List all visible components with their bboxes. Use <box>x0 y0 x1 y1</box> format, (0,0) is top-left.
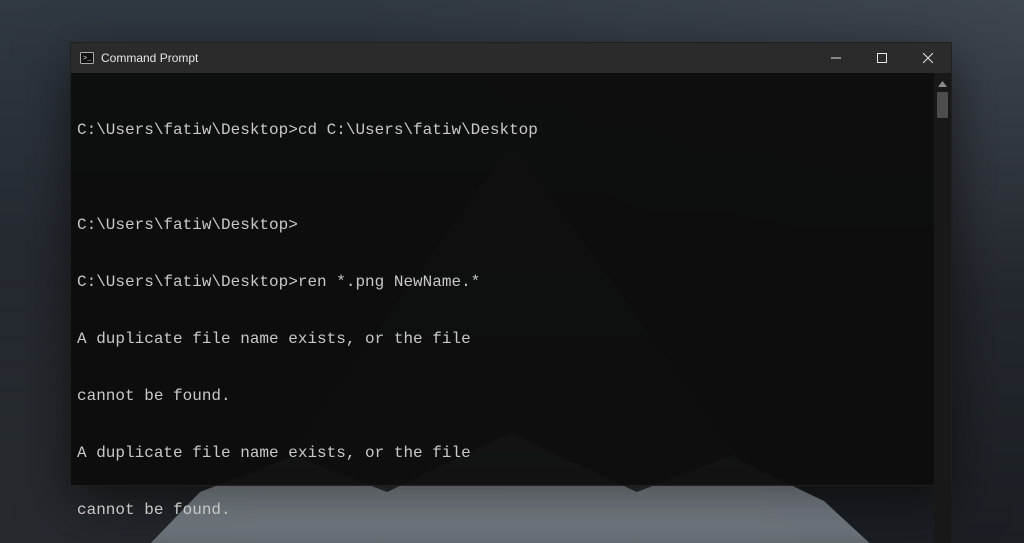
maximize-button[interactable] <box>859 43 905 73</box>
desktop-wallpaper: >_ Command Prompt C:\Users\fatiw\Desktop… <box>0 0 1024 543</box>
cmd-icon: >_ <box>79 50 95 66</box>
scroll-up-arrow-icon[interactable] <box>934 75 951 92</box>
terminal-line: cannot be found. <box>77 387 928 406</box>
titlebar[interactable]: >_ Command Prompt <box>71 43 951 73</box>
command-prompt-window: >_ Command Prompt C:\Users\fatiw\Desktop… <box>70 42 952 486</box>
scroll-track[interactable] <box>934 92 951 543</box>
terminal-line: A duplicate file name exists, or the fil… <box>77 444 928 463</box>
close-button[interactable] <box>905 43 951 73</box>
client-area: C:\Users\fatiw\Desktop>cd C:\Users\fatiw… <box>71 73 951 543</box>
terminal-line: cannot be found. <box>77 501 928 520</box>
terminal-line: C:\Users\fatiw\Desktop>ren *.png NewName… <box>77 273 928 292</box>
terminal-line: C:\Users\fatiw\Desktop>cd C:\Users\fatiw… <box>77 121 928 140</box>
minimize-button[interactable] <box>813 43 859 73</box>
terminal-output[interactable]: C:\Users\fatiw\Desktop>cd C:\Users\fatiw… <box>71 73 934 543</box>
terminal-line: C:\Users\fatiw\Desktop> <box>77 216 928 235</box>
scroll-thumb[interactable] <box>937 92 948 118</box>
terminal-line: A duplicate file name exists, or the fil… <box>77 330 928 349</box>
vertical-scrollbar[interactable] <box>934 73 951 543</box>
window-title: Command Prompt <box>101 51 198 65</box>
svg-text:>_: >_ <box>83 55 92 63</box>
